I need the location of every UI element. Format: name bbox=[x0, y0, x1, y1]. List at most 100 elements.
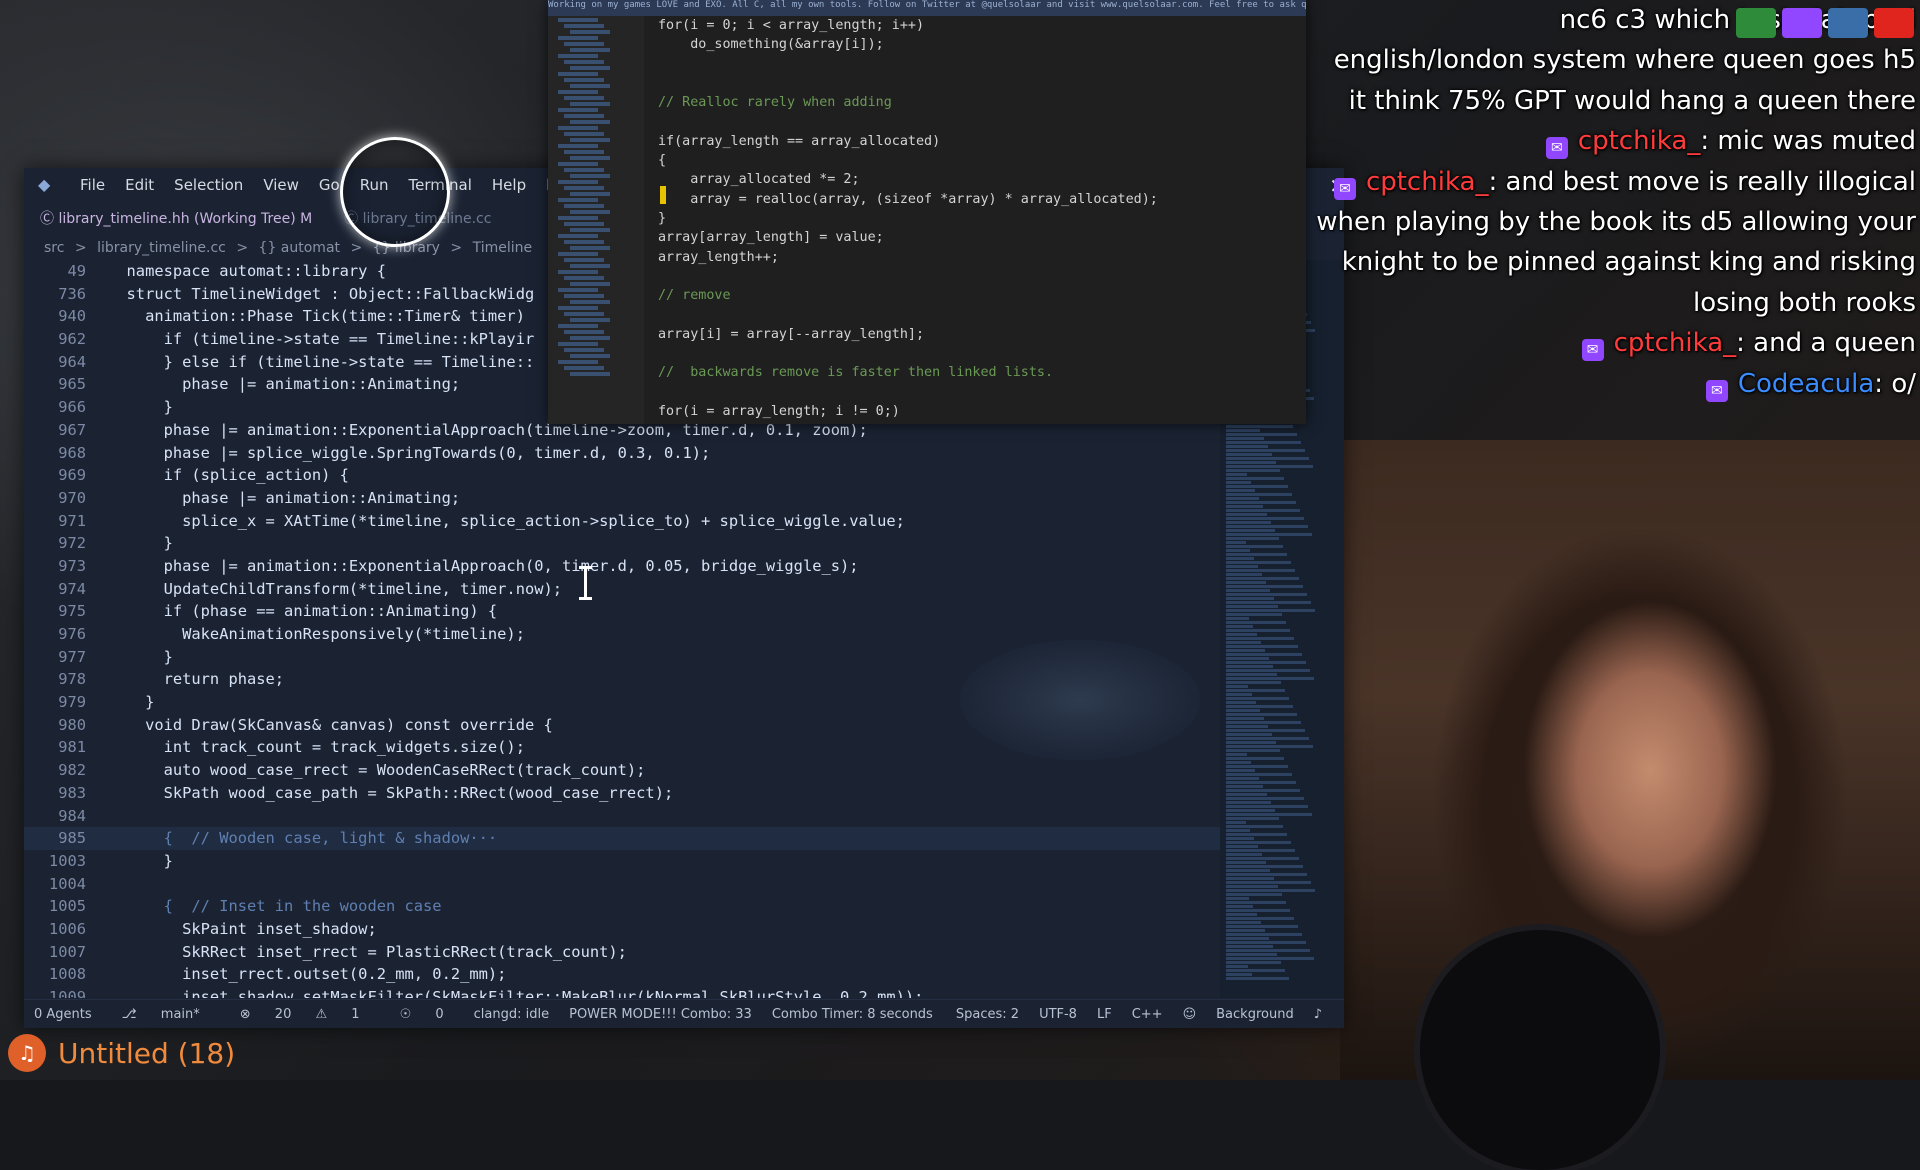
tree-row bbox=[558, 144, 598, 148]
tree-row bbox=[570, 138, 610, 142]
tree-row bbox=[564, 24, 604, 28]
taskbar-item[interactable]: ♫ Untitled (18) bbox=[8, 1034, 235, 1072]
tree-row bbox=[570, 336, 610, 340]
code-line[interactable]: 970 phase |= animation::Animating; bbox=[24, 487, 1220, 510]
chat-username[interactable]: cptchika_ bbox=[1578, 126, 1701, 156]
overlay-code-line: // Realloc rarely when adding bbox=[658, 95, 892, 111]
minimap-row bbox=[1226, 881, 1311, 884]
minimap-row bbox=[1226, 645, 1298, 648]
minimap-row bbox=[1226, 857, 1299, 860]
background-status[interactable]: Background bbox=[1216, 1007, 1294, 1022]
code-line[interactable]: 975 if (phase == animation::Animating) { bbox=[24, 600, 1220, 623]
menu-help[interactable]: Help bbox=[482, 176, 536, 194]
tree-row bbox=[564, 222, 604, 226]
menu-file[interactable]: File bbox=[70, 176, 115, 194]
tree-row bbox=[558, 234, 598, 238]
minimap-row bbox=[1226, 741, 1276, 744]
menu-edit[interactable]: Edit bbox=[115, 176, 164, 194]
overlay-header: Working on my games LOVE and EXO. All C,… bbox=[548, 0, 1306, 16]
minimap-row bbox=[1226, 953, 1277, 956]
combo-timer-status: Combo Timer: 8 seconds bbox=[771, 1006, 933, 1022]
chat-text: knight to be pinned against king and ris… bbox=[1341, 247, 1916, 278]
tree-row bbox=[558, 54, 598, 58]
tab-library-timeline-hh[interactable]: Ⓒ library_timeline.hh (Working Tree) M bbox=[24, 202, 328, 236]
code-text: } else if (timeline->state == Timeline:: bbox=[108, 352, 535, 371]
overlay-code-line: // backwards remove is faster then linke… bbox=[658, 365, 1054, 381]
chat-text: it think 75% GPT would hang a queen ther… bbox=[1348, 85, 1916, 116]
encoding-status[interactable]: UTF-8 bbox=[1039, 1007, 1077, 1022]
cpp-file-icon: Ⓒ bbox=[40, 211, 59, 227]
minimap-row bbox=[1226, 601, 1311, 604]
code-line[interactable]: 985 { // Wooden case, light & shadow··· bbox=[24, 827, 1220, 850]
menu-view[interactable]: View bbox=[253, 176, 309, 194]
minimap-row bbox=[1226, 493, 1292, 496]
agents-status[interactable]: 0 Agents bbox=[34, 1007, 92, 1022]
code-text: } bbox=[108, 398, 173, 417]
overlay-code-line: array_allocated *= 2; bbox=[658, 172, 860, 188]
code-line[interactable]: 984 bbox=[24, 805, 1220, 828]
minimap-row bbox=[1226, 845, 1258, 848]
code-line[interactable]: 1007 SkRRect inset_rrect = PlasticRRect(… bbox=[24, 941, 1220, 964]
minimap-row bbox=[1226, 865, 1303, 868]
breadcrumb-timeline[interactable]: Timeline bbox=[473, 240, 533, 256]
minimap-row bbox=[1226, 613, 1282, 616]
minimap-row bbox=[1226, 577, 1299, 580]
eol-status[interactable]: LF bbox=[1097, 1007, 1112, 1022]
bell-icon[interactable]: ♪ bbox=[1314, 1007, 1322, 1022]
minimap-row bbox=[1226, 489, 1255, 492]
minimap-row bbox=[1226, 821, 1246, 824]
chat-text: english/london system where queen goes h… bbox=[1333, 45, 1916, 76]
minimap-row bbox=[1226, 757, 1284, 760]
branch-status[interactable]: ⎇ main* bbox=[112, 1007, 210, 1022]
code-line[interactable]: 974 UpdateChildTransform(*timeline, time… bbox=[24, 578, 1220, 601]
clangd-status[interactable]: clangd: idle bbox=[474, 1007, 549, 1022]
breadcrumb-src[interactable]: src bbox=[44, 240, 64, 256]
code-line[interactable]: 969 if (splice_action) { bbox=[24, 464, 1220, 487]
chat-username[interactable]: cptchika_ bbox=[1614, 328, 1737, 358]
copilot-icon[interactable]: ☺ bbox=[1183, 1007, 1197, 1022]
code-line[interactable]: 1003 } bbox=[24, 850, 1220, 873]
minimap-row bbox=[1226, 617, 1249, 620]
code-line[interactable]: 1009 inset_shadow.setMaskFilter(SkMaskFi… bbox=[24, 986, 1220, 998]
breadcrumb-file[interactable]: library_timeline.cc bbox=[97, 240, 226, 256]
line-number: 962 bbox=[58, 330, 86, 349]
code-line[interactable]: 1006 SkPaint inset_shadow; bbox=[24, 918, 1220, 941]
breadcrumb-ns-automat[interactable]: {} automat bbox=[259, 240, 340, 256]
minimap-row bbox=[1226, 941, 1306, 944]
line-number: 971 bbox=[58, 511, 86, 530]
code-line[interactable]: 973 phase |= animation::ExponentialAppro… bbox=[24, 555, 1220, 578]
menu-selection[interactable]: Selection bbox=[164, 176, 253, 194]
chat-username[interactable]: Codeacula bbox=[1738, 369, 1874, 399]
code-text: auto wood_case_rrect = WoodenCaseRRect(t… bbox=[108, 761, 646, 780]
code-line[interactable]: 1005 { // Inset in the wooden case bbox=[24, 895, 1220, 918]
code-line[interactable]: 1004 bbox=[24, 873, 1220, 896]
tree-row bbox=[570, 264, 610, 268]
problems-status[interactable]: ⊗ 20 ⚠ 1 bbox=[230, 1007, 370, 1022]
tree-row bbox=[570, 156, 610, 160]
language-status[interactable]: C++ bbox=[1132, 1007, 1163, 1022]
minimap-row bbox=[1226, 729, 1305, 732]
minimap-row bbox=[1226, 557, 1254, 560]
minimap-row bbox=[1226, 913, 1257, 916]
tree-row bbox=[564, 132, 604, 136]
code-line[interactable]: 971 splice_x = XAtTime(*timeline, splice… bbox=[24, 510, 1220, 533]
chat-text: : and best move is really illogical bbox=[1488, 166, 1916, 197]
code-text: SkRRect inset_rrect = PlasticRRect(track… bbox=[108, 942, 627, 961]
code-line[interactable]: 972 } bbox=[24, 532, 1220, 555]
vscode-logo-icon: ◆ bbox=[38, 175, 51, 194]
minimap-row bbox=[1226, 777, 1259, 780]
tree-row bbox=[558, 324, 598, 328]
chat-username[interactable]: cptchika_ bbox=[1366, 167, 1489, 197]
indent-status[interactable]: Spaces: 2 bbox=[956, 1007, 1019, 1022]
tree-row bbox=[564, 60, 604, 64]
code-line[interactable]: 968 phase |= splice_wiggle.SpringTowards… bbox=[24, 442, 1220, 465]
overlay-code-line bbox=[658, 344, 1266, 363]
line-number: 972 bbox=[58, 534, 86, 553]
ports-status[interactable]: ☉ 0 bbox=[390, 1007, 454, 1022]
chat-text: when playing by the book its d5 allowing… bbox=[1316, 207, 1916, 238]
chat-message: ✉ Codeacula: o/ bbox=[1310, 364, 1916, 404]
code-line[interactable]: 1008 inset_rrect.outset(0.2_mm, 0.2_mm); bbox=[24, 963, 1220, 986]
tree-row bbox=[558, 342, 598, 346]
code-line[interactable]: 983 SkPath wood_case_path = SkPath::RRec… bbox=[24, 782, 1220, 805]
code-line[interactable]: 982 auto wood_case_rrect = WoodenCaseRRe… bbox=[24, 759, 1220, 782]
